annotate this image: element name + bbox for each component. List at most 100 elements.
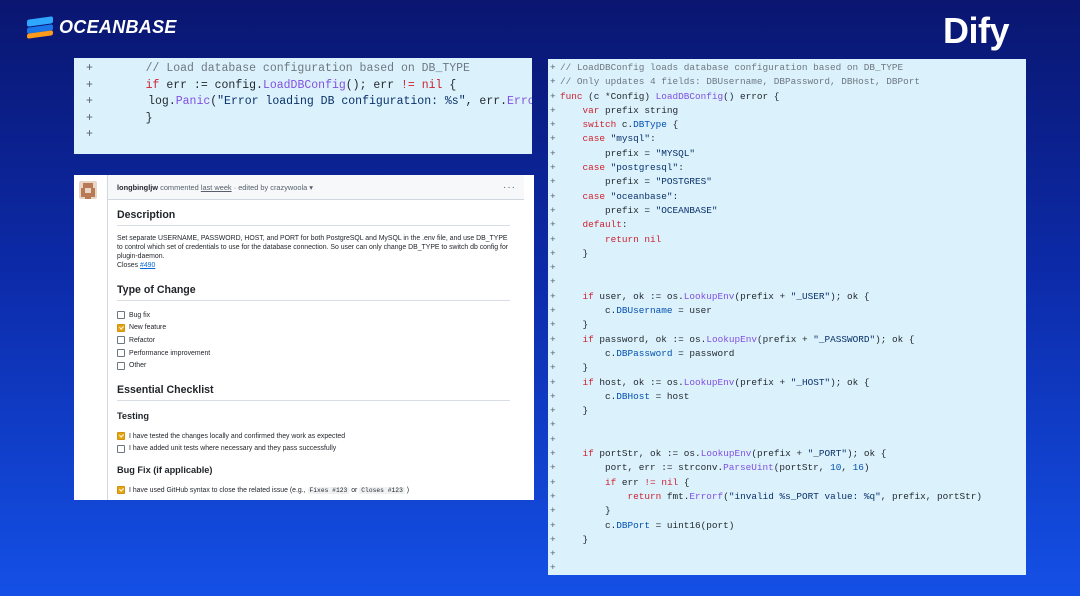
diff-marker: + (550, 233, 556, 245)
code-text: return fmt.Errorf("invalid %s_PORT value… (627, 490, 983, 502)
code-line: + port, err := strconv.ParseUint(portStr… (548, 461, 1026, 475)
code-text: if err != nil { (605, 476, 690, 488)
diff-marker: + (550, 147, 556, 159)
diff-marker: + (86, 95, 93, 109)
checkbox-checked-icon[interactable] (117, 432, 125, 441)
avatar[interactable] (79, 181, 97, 199)
diff-marker: + (550, 290, 556, 302)
checkbox-item[interactable]: New feature (117, 322, 510, 335)
code-line: + } (548, 361, 1026, 375)
diff-marker: + (550, 462, 556, 474)
code-line: + func (c *Config) LoadDBConfig() error { (548, 90, 1026, 104)
checkbox-item[interactable]: I have used GitHub syntax to close the r… (117, 484, 510, 497)
checkbox-empty-icon[interactable] (117, 311, 125, 320)
code-text: if portStr, ok := os.LookupEnv(prefix + … (582, 448, 887, 460)
pr-comment-card: longbingljw commented last week · edited… (74, 175, 534, 500)
diff-marker: + (550, 262, 556, 274)
diff-marker: + (550, 247, 556, 259)
diff-marker: + (550, 190, 556, 202)
oceanbase-mark-icon (27, 15, 53, 39)
diff-marker: + (550, 319, 556, 331)
code-line: + return nil (548, 233, 1026, 247)
code-line: + } (548, 247, 1026, 261)
dify-logo: Dify (943, 10, 1010, 51)
checkbox-item[interactable]: Bug fix (117, 309, 510, 322)
diff-line: + // Load database configuration based o… (74, 61, 532, 78)
code-text: prefix = "POSTGRES" (560, 176, 712, 188)
diff-marker: + (550, 405, 556, 417)
code-text: log.Panic("Error loading DB configuratio… (92, 95, 532, 109)
code-text: // Only updates 4 fields: DBUsername, DB… (560, 76, 921, 88)
diff-marker: + (550, 133, 556, 145)
diff-marker: + (550, 62, 556, 73)
code-line: + if err != nil { (548, 476, 1026, 490)
diff-marker: + (550, 347, 556, 359)
code-line: + prefix = "OCEANBASE" (548, 204, 1026, 218)
checkbox-item[interactable]: I have added unit tests where necessary … (117, 443, 510, 456)
diff-marker: + (550, 305, 556, 317)
comment-author[interactable]: longbingljw (117, 183, 158, 192)
type-of-change-list: Bug fix New feature Refactor Performance im… (117, 309, 510, 372)
checkbox-empty-icon[interactable] (117, 444, 125, 453)
code-line: + } (548, 504, 1026, 518)
diff-marker: + (550, 204, 556, 216)
diff-line: + if err := config.LoadDBConfig(); err !… (74, 78, 532, 95)
checklist-heading: Essential Checklist (117, 384, 510, 401)
code-text: port, err := strconv.ParseUint(portStr, … (560, 462, 870, 474)
comment-edited-menu[interactable]: · edited by crazywoola ▾ (234, 183, 313, 192)
checkbox-checked-icon[interactable] (117, 486, 125, 495)
code-line: + if host, ok := os.LookupEnv(prefix + "… (548, 376, 1026, 390)
code-line: + if portStr, ok := os.LookupEnv(prefix … (548, 447, 1026, 461)
checkbox-item[interactable]: Refactor (117, 334, 510, 347)
code-text: c.DBHost = host (560, 390, 690, 402)
checkbox-item[interactable]: Performance improvement (117, 347, 510, 360)
diff-marker: + (550, 119, 556, 131)
code-text: case "postgresql": (582, 162, 684, 174)
checkbox-empty-icon[interactable] (117, 349, 125, 358)
code-line: + (548, 547, 1026, 561)
code-line: + } (548, 533, 1026, 547)
checkbox-item[interactable]: I have tested the changes locally and co… (117, 430, 510, 443)
checkbox-item[interactable]: Other (117, 359, 510, 372)
code-text: } (560, 405, 589, 417)
checkbox-empty-icon[interactable] (117, 361, 125, 370)
closes-line: Closes #490 (117, 261, 510, 270)
closes-issue-link[interactable]: #490 (140, 262, 155, 269)
inline-code: Fixes #123 (307, 486, 350, 494)
code-line: + case "oceanbase": (548, 190, 1026, 204)
code-text: switch c.DBType { (582, 119, 679, 131)
code-text: } (560, 247, 589, 259)
diff-marker: + (550, 219, 556, 231)
code-line: + c.DBUsername = user (548, 304, 1026, 318)
more-options-icon[interactable]: ··· (503, 182, 516, 193)
code-line: + if password, ok := os.LookupEnv(prefix… (548, 333, 1026, 347)
code-line: + } (548, 404, 1026, 418)
code-text: } (560, 533, 589, 545)
diff-marker: + (550, 176, 556, 188)
comment-timestamp[interactable]: last week (201, 183, 232, 192)
checkbox-checked-icon[interactable] (117, 323, 125, 332)
code-text: c.DBUsername = user (560, 305, 712, 317)
testing-item-label: I have tested the changes locally and co… (129, 432, 346, 440)
description-text: Set separate USERNAME, PASSWORD, HOST, a… (117, 235, 509, 260)
type-of-change-heading: Type of Change (117, 284, 510, 301)
diff-marker: + (550, 104, 556, 116)
diff-marker: + (550, 362, 556, 374)
checkbox-empty-icon[interactable] (117, 336, 125, 345)
diff-marker: + (86, 111, 93, 125)
oceanbase-logo: OCEANBASE (27, 15, 177, 39)
diff-marker: + (550, 476, 556, 488)
code-text: } (560, 505, 611, 517)
code-line: + case "postgresql": (548, 161, 1026, 175)
type-option-label: Other (129, 362, 147, 370)
diff-marker: + (550, 533, 556, 545)
code-text: case "mysql": (582, 133, 656, 145)
diff-marker: + (550, 419, 556, 431)
description-heading: Description (117, 209, 510, 226)
